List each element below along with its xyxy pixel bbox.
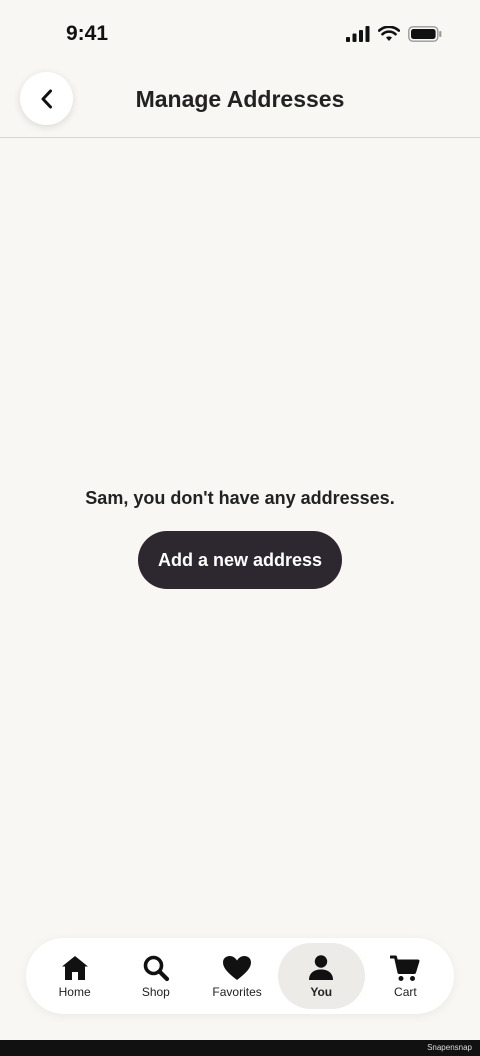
battery-icon [408,26,442,42]
tab-favorites[interactable]: Favorites [196,943,277,1009]
user-icon [309,954,334,980]
wifi-icon [378,26,400,41]
tab-cart[interactable]: Cart [365,943,446,1009]
tab-favorites-label: Favorites [212,984,262,999]
tab-shop[interactable]: Shop [115,943,196,1009]
add-new-address-button[interactable]: Add a new address [138,531,342,589]
status-icons [346,26,442,42]
tab-you-label: You [310,984,333,999]
search-icon [143,955,169,981]
watermark: Snapensnap [427,1043,472,1052]
tab-home[interactable]: Home [34,943,115,1009]
tab-shop-label: Shop [141,984,170,999]
status-time: 9:41 [66,22,109,45]
signal-icon [346,26,370,42]
home-icon [61,955,88,980]
heart-icon [223,955,252,980]
status-bar: 9:41 [0,0,480,70]
tab-you[interactable]: You [277,943,365,1009]
footer-bar: Snapensnap [0,1040,480,1056]
cart-icon [390,955,420,981]
page-title: Manage Addresses [135,86,345,112]
tab-home-label: Home [58,984,91,999]
empty-state-message: Sam, you don't have any addresses. [85,488,395,508]
tab-bar: Home Shop Favorites You Cart [26,938,454,1014]
tab-cart-label: Cart [394,984,417,999]
header: Manage Addresses [0,70,480,138]
